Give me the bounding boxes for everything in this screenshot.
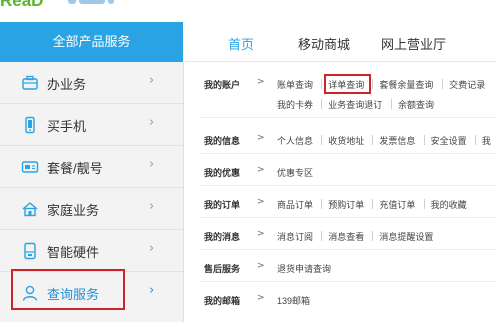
arrow-right-icon: >: [257, 197, 265, 207]
highlight-box-detail-query: [324, 74, 371, 94]
briefcase-icon: [21, 74, 39, 92]
top-brand-strip: ReaD: [0, 0, 496, 22]
partner-logo: [68, 0, 128, 4]
chevron-right-icon: ›: [149, 73, 155, 88]
link-separator: [372, 79, 374, 89]
row-divider: [200, 217, 496, 218]
service-link[interactable]: 收货地址: [328, 134, 364, 147]
link-separator: [423, 199, 425, 209]
service-link[interactable]: 我的卡券: [277, 98, 313, 111]
service-links-panel: 我的账户 > 账单查询 详单查询 套餐余量查询 交费记录 我的卡券 业务查询退订 余额查询 我的信…: [185, 62, 496, 322]
row-divider: [200, 153, 496, 154]
sidebar-item-label: 智能硬件: [47, 245, 100, 260]
row-divider: [200, 117, 496, 118]
brand-logo[interactable]: ReaD: [0, 0, 43, 11]
service-link[interactable]: 个人信息: [277, 134, 313, 147]
link-separator: [442, 79, 444, 89]
phone-icon: [21, 116, 39, 134]
sidebar-header[interactable]: 全部产品服务: [0, 22, 183, 62]
device-icon: [21, 242, 39, 260]
chevron-right-icon: ›: [149, 283, 155, 298]
sim-card-icon: [21, 158, 39, 176]
section-label: 我的账户: [204, 80, 241, 90]
sidebar-item-label: 买手机: [47, 119, 87, 134]
service-link[interactable]: 充值订单: [379, 198, 415, 211]
link-separator: [321, 99, 323, 109]
section-label: 我的优惠: [204, 168, 241, 178]
sidebar-item-label: 办业务: [47, 77, 87, 92]
home-icon: [21, 200, 39, 218]
highlight-box-query-service: [11, 269, 125, 310]
service-link[interactable]: 发票信息: [379, 134, 415, 147]
service-link[interactable]: 139邮箱: [277, 294, 310, 307]
arrow-right-icon: >: [257, 261, 265, 271]
sidebar-item-label: 家庭业务: [47, 203, 100, 218]
service-link[interactable]: 消息提醒设置: [379, 230, 433, 243]
nav-tab[interactable]: 移动商城: [298, 34, 350, 53]
section-label: 售后服务: [204, 264, 241, 274]
sidebar-item[interactable]: 套餐/靓号 ›: [0, 146, 183, 188]
service-link[interactable]: 商品订单: [277, 198, 313, 211]
section-label: 我的信息: [204, 136, 241, 146]
row-divider: [200, 281, 496, 282]
arrow-right-icon: >: [257, 229, 265, 239]
arrow-right-icon: >: [257, 77, 265, 87]
link-separator: [321, 79, 323, 89]
link-separator: [321, 231, 323, 241]
section-label: 我的邮箱: [204, 296, 241, 306]
link-separator: [474, 135, 476, 145]
service-link[interactable]: 安全设置: [431, 134, 467, 147]
sidebar-item[interactable]: 办业务 ›: [0, 62, 183, 104]
link-separator: [423, 135, 425, 145]
nav-tab[interactable]: 网上营业厅: [381, 34, 446, 53]
sidebar-item[interactable]: 家庭业务 ›: [0, 188, 183, 230]
chevron-right-icon: ›: [149, 241, 155, 256]
service-link[interactable]: 余额查询: [398, 98, 434, 111]
arrow-right-icon: >: [257, 293, 265, 303]
chevron-right-icon: ›: [149, 199, 155, 214]
service-link[interactable]: 优惠专区: [277, 166, 313, 179]
sidebar-item[interactable]: 买手机 ›: [0, 104, 183, 146]
sidebar-divider: [183, 62, 184, 322]
link-separator: [372, 135, 374, 145]
row-divider: [200, 249, 496, 250]
link-separator: [372, 199, 374, 209]
service-link[interactable]: 退货申请查询: [277, 262, 331, 275]
link-separator: [321, 135, 323, 145]
service-link[interactable]: 我的收藏: [431, 198, 467, 211]
service-link[interactable]: 消息查看: [328, 230, 364, 243]
arrow-right-icon: >: [257, 133, 265, 143]
chevron-right-icon: ›: [149, 115, 155, 130]
link-separator: [372, 231, 374, 241]
service-link[interactable]: 交费记录: [449, 78, 485, 91]
section-label: 我的订单: [204, 200, 241, 210]
top-navigation: 首页 移动商城 网上营业厅: [185, 22, 496, 62]
sidebar-item[interactable]: 智能硬件 ›: [0, 230, 183, 272]
service-link[interactable]: 套餐余量查询: [379, 78, 433, 91]
link-separator: [321, 199, 323, 209]
service-link[interactable]: 账单查询: [277, 78, 313, 91]
section-label: 我的消息: [204, 232, 241, 242]
nav-tab[interactable]: 首页: [228, 34, 254, 53]
page-root: ReaD 全部产品服务 办业务 › 买手机 › 套餐/靓号 › 家庭业务 › 智能硬件 › 查询服务…: [0, 0, 496, 322]
service-link[interactable]: 我: [482, 134, 491, 147]
link-separator: [391, 99, 392, 109]
service-link[interactable]: 业务查询退订: [328, 98, 382, 111]
sidebar-item-label: 套餐/靓号: [47, 161, 103, 176]
chevron-right-icon: ›: [149, 157, 155, 172]
service-link[interactable]: 消息订阅: [277, 230, 313, 243]
service-link[interactable]: 预购订单: [328, 198, 364, 211]
arrow-right-icon: >: [257, 165, 265, 175]
row-divider: [200, 185, 496, 186]
